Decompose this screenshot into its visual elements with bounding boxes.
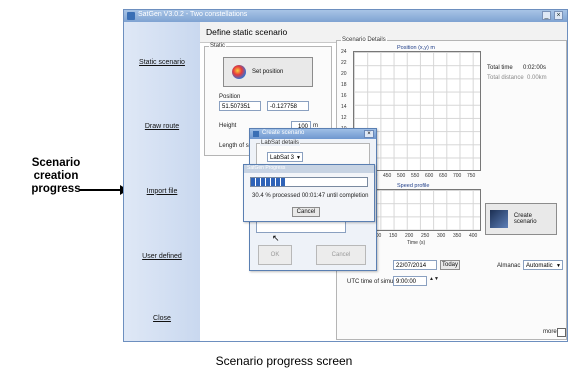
time-axis-label: Time (s) <box>407 240 426 246</box>
close-window-button[interactable]: × <box>554 11 563 20</box>
progress-status: 30.4 % processed 00:01:47 until completi… <box>252 193 369 199</box>
chevron-down-icon: ▼ <box>296 155 301 161</box>
latitude-field[interactable]: 51.507351 <box>219 101 261 111</box>
labsat-group-label: LabSat details <box>260 140 301 146</box>
longitude-field[interactable]: -0.127758 <box>267 101 309 111</box>
sidebar-item-user-defined[interactable]: User defined <box>128 232 196 280</box>
create-dialog-titlebar: Create scenario × <box>250 129 376 139</box>
start-date-field[interactable]: 22/07/2014 <box>393 260 437 270</box>
x-tick-label: 200 <box>405 233 414 239</box>
total-time-value: 0:02:00s <box>523 65 547 71</box>
progress-bar <box>250 177 368 187</box>
position-label: Position <box>219 94 241 100</box>
sidebar-item-draw-route[interactable]: Draw route <box>128 102 196 150</box>
almanac-label: Almanac <box>497 263 521 269</box>
x-tick-label: 300 <box>437 233 446 239</box>
utc-time-field[interactable]: 9:00:00 <box>393 276 427 286</box>
height-label: Height <box>219 123 237 129</box>
y-tick-label: 12 <box>341 115 347 121</box>
more-checkbox[interactable] <box>557 328 566 337</box>
create-dialog-title: Create scenario <box>262 130 305 136</box>
progress-dialog-title: SatGen Progress <box>247 165 286 171</box>
y-tick-label: 18 <box>341 82 347 88</box>
progress-dialog-titlebar: SatGen Progress <box>244 165 374 173</box>
total-distance-value: 0.00km <box>527 75 547 81</box>
progress-dialog: SatGen Progress 30.4 % processed 00:01:4… <box>243 164 375 222</box>
total-distance-label: Total distance <box>487 75 524 81</box>
minimize-button[interactable]: _ <box>542 11 551 20</box>
spinner-icon[interactable]: ▲▼ <box>429 276 439 282</box>
chevron-down-icon: ▼ <box>556 263 561 269</box>
sidebar-item-static-scenario[interactable]: Static scenario <box>128 38 196 86</box>
ok-button[interactable]: OK <box>258 245 292 265</box>
sidebar: Static scenario Draw route Import file U… <box>124 22 200 341</box>
x-tick-label: 450 <box>383 173 392 179</box>
y-tick-label: 22 <box>341 60 347 66</box>
road-icon <box>490 210 508 228</box>
x-tick-label: 350 <box>453 233 462 239</box>
sidebar-item-close[interactable]: Close <box>128 294 196 341</box>
more-label: more <box>543 329 557 335</box>
x-tick-label: 750 <box>467 173 476 179</box>
x-tick-label: 600 <box>425 173 434 179</box>
x-tick-label: 150 <box>389 233 398 239</box>
x-tick-label: 700 <box>453 173 462 179</box>
close-icon[interactable]: × <box>364 130 374 138</box>
create-scenario-label: Create scenario <box>513 213 537 225</box>
today-button[interactable]: Today <box>440 260 460 270</box>
y-tick-label: 16 <box>341 93 347 99</box>
x-tick-label: 550 <box>411 173 420 179</box>
app-icon <box>253 131 259 137</box>
app-icon <box>127 12 135 20</box>
globe-icon <box>232 65 246 79</box>
callout-arrow-line <box>80 189 124 191</box>
app-window: SatGen V3.0.2 - Two constellations _ × S… <box>123 9 568 342</box>
x-tick-label: 400 <box>469 233 478 239</box>
progress-cancel-button[interactable]: Cancel <box>292 207 320 217</box>
x-tick-label: 650 <box>439 173 448 179</box>
y-tick-label: 20 <box>341 71 347 77</box>
window-title: SatGen V3.0.2 - Two constellations <box>138 11 248 18</box>
progress-fill <box>251 178 287 186</box>
y-tick-label: 24 <box>341 49 347 55</box>
cancel-button[interactable]: Cancel <box>316 245 366 265</box>
x-tick-label: 500 <box>397 173 406 179</box>
sidebar-item-import-file[interactable]: Import file <box>128 167 196 215</box>
total-time-label: Total time <box>487 65 513 71</box>
figure-caption: Scenario progress screen <box>215 354 353 368</box>
title-bar: SatGen V3.0.2 - Two constellations _ × <box>124 10 567 22</box>
page-title: Define static scenario <box>206 27 288 37</box>
almanac-select[interactable]: Automatic ▼ <box>523 260 563 270</box>
scenario-details-label: Scenario Details <box>341 37 387 43</box>
create-scenario-button[interactable]: Create scenario <box>485 203 557 235</box>
x-tick-label: 250 <box>421 233 430 239</box>
almanac-value: Automatic <box>526 263 553 269</box>
labsat-select-value: LabSat 3 <box>270 155 295 161</box>
labsat-select[interactable]: LabSat 3 ▼ <box>267 152 303 162</box>
set-position-button[interactable]: Set position <box>223 57 313 87</box>
y-tick-label: 14 <box>341 104 347 110</box>
static-group-label: Static <box>209 43 227 49</box>
set-position-label: Set position <box>252 69 284 75</box>
cursor-icon: ↖ <box>272 233 280 243</box>
